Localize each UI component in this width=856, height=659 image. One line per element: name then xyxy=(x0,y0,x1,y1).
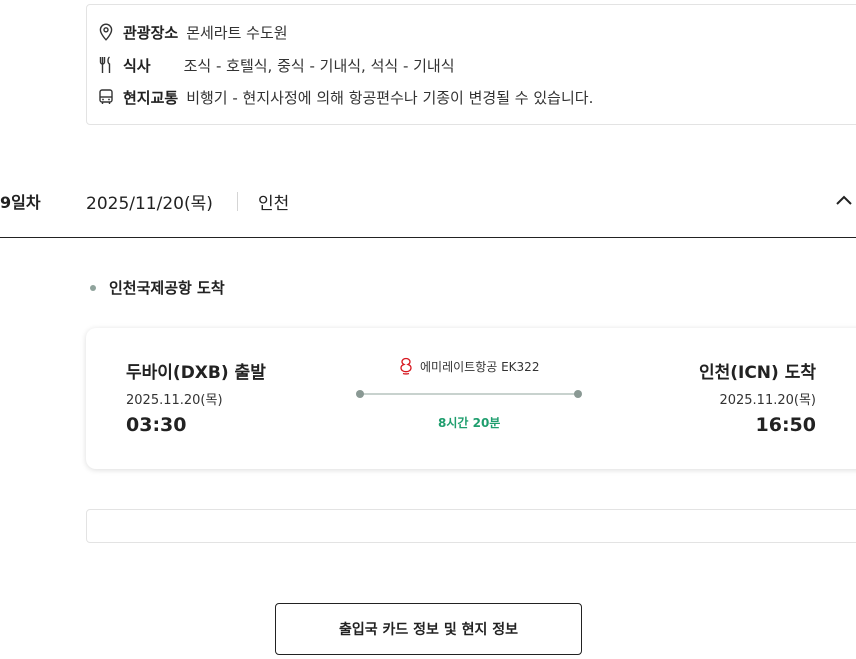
route-end-dot xyxy=(574,390,582,398)
arrival-city: 인천(ICN) 도착 xyxy=(698,363,816,383)
sightseeing-row: 관광장소 몬세라트 수도원 xyxy=(97,21,288,43)
route-start-dot xyxy=(356,390,364,398)
day-divider xyxy=(237,192,238,211)
departure-date: 2025.11.20(목) xyxy=(126,393,223,408)
day-number: 9일차 xyxy=(0,193,41,212)
airline-name: 에미레이트항공 EK322 xyxy=(420,359,540,374)
meals-row: 식사 조식 - 호텔식, 중식 - 기내식, 석식 - 기내식 xyxy=(97,54,455,76)
departure-city: 두바이(DXB) 출발 xyxy=(126,363,266,383)
route-bar xyxy=(360,393,578,395)
transport-row: 현지교통 비행기 - 현지사정에 의해 항공편수나 기종이 변경될 수 있습니다… xyxy=(97,86,593,108)
emirates-logo-icon xyxy=(398,357,414,375)
bullet-dot xyxy=(90,284,96,291)
transport-value: 비행기 - 현지사정에 의해 항공편수나 기종이 변경될 수 있습니다. xyxy=(186,88,594,107)
day-date: 2025/11/20(목) xyxy=(86,194,213,214)
bus-icon xyxy=(97,87,115,107)
route-line xyxy=(356,389,582,399)
airline-info: 에미레이트항공 EK322 xyxy=(398,357,539,375)
map-pin-icon xyxy=(97,22,115,42)
flight-card: 두바이(DXB) 출발 2025.11.20(목) 03:30 에미레이트항공 … xyxy=(86,328,856,469)
sightseeing-value: 몬세라트 수도원 xyxy=(186,23,288,42)
day-header[interactable]: 9일차 2025/11/20(목) 인천 xyxy=(0,182,856,238)
day-info-box: 관광장소 몬세라트 수도원 식사 조식 - 호텔식, 중식 - 기내식, 석식 … xyxy=(86,4,856,125)
chevron-up-icon[interactable] xyxy=(832,188,856,212)
utensils-icon xyxy=(97,55,115,75)
arrival-time: 16:50 xyxy=(755,414,816,436)
event-title: 인천국제공항 도착 xyxy=(90,277,225,298)
empty-info-box xyxy=(86,509,856,543)
arrival-date: 2025.11.20(목) xyxy=(719,393,816,408)
event-title-text: 인천국제공항 도착 xyxy=(109,279,225,297)
departure-time: 03:30 xyxy=(126,414,187,436)
sightseeing-label: 관광장소 xyxy=(123,23,179,42)
entry-info-button[interactable]: 출입국 카드 정보 및 현지 정보 xyxy=(275,603,582,655)
flight-duration: 8시간 20분 xyxy=(438,416,501,430)
transport-label: 현지교통 xyxy=(123,88,179,107)
day-city: 인천 xyxy=(258,194,290,214)
meals-label: 식사 xyxy=(123,56,151,75)
meals-value: 조식 - 호텔식, 중식 - 기내식, 석식 - 기내식 xyxy=(183,56,455,75)
